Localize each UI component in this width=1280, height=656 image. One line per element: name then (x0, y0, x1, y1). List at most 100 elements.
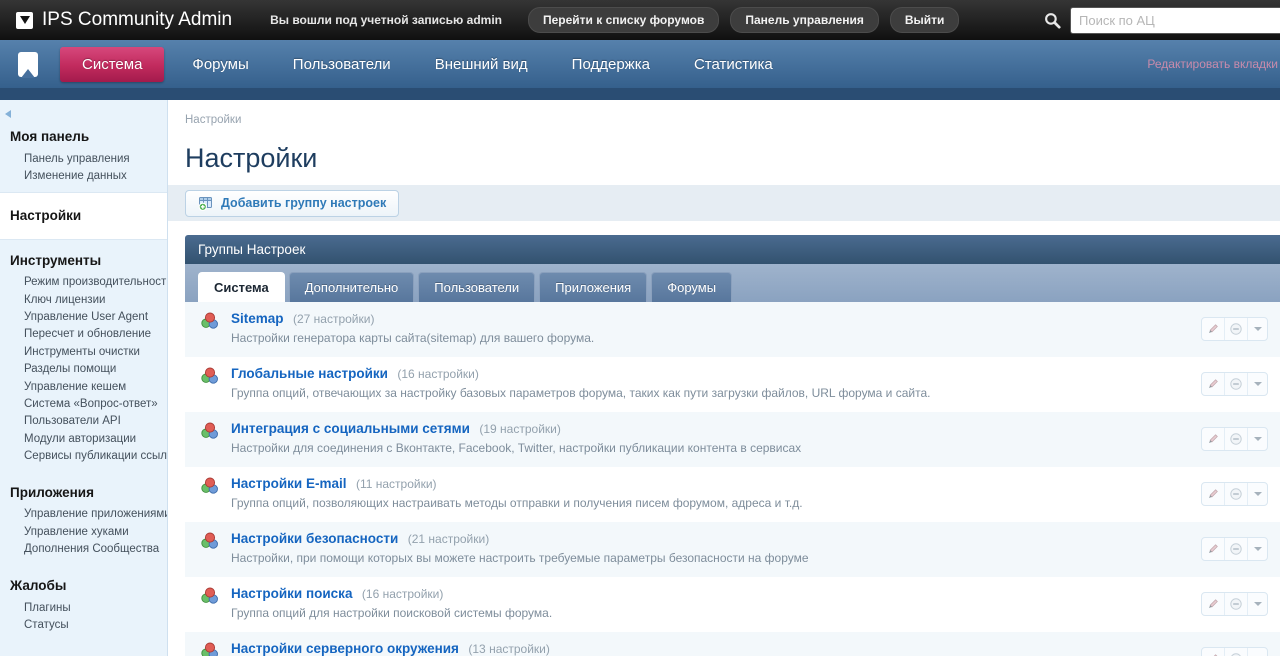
sidebar-item[interactable]: Ключ лицензии (0, 291, 167, 308)
remove-minus-icon[interactable] (1225, 648, 1248, 656)
edit-pencil-icon[interactable] (1202, 593, 1225, 615)
panel-tab[interactable]: Система (198, 272, 285, 303)
remove-minus-icon[interactable] (1225, 538, 1248, 560)
sidebar-section-title[interactable]: Инструменты (0, 248, 167, 274)
remove-minus-icon[interactable] (1225, 318, 1248, 340)
search-icon (1044, 12, 1061, 29)
sidebar-item[interactable]: Плагины (0, 599, 167, 616)
settings-group-icon (201, 367, 219, 412)
dropdown-caret-icon[interactable] (1248, 483, 1267, 505)
panel-tab[interactable]: Пользователи (418, 272, 535, 303)
settings-group-desc: Группа опций, позволяющих настраивать ме… (231, 496, 803, 510)
sidebar-item[interactable]: Управление хуками (0, 523, 167, 540)
settings-group-link[interactable]: Интеграция с социальными сетями (231, 421, 470, 436)
breadcrumb[interactable]: Настройки (168, 100, 1280, 126)
edit-pencil-icon[interactable] (1202, 373, 1225, 395)
settings-group-link[interactable]: Глобальные настройки (231, 366, 388, 381)
row-actions (1201, 427, 1268, 451)
sidebar-item[interactable]: Разделы помощи (0, 361, 167, 378)
topbar-button[interactable]: Перейти к списку форумов (528, 7, 719, 33)
groups-list: Sitemap (27 настройки) Настройки генерат… (185, 302, 1280, 656)
settings-group-count: (27 настройки) (293, 312, 374, 326)
sidebar-item[interactable]: Инструменты очистки (0, 343, 167, 360)
sidebar-section-title[interactable]: Приложения (0, 480, 167, 506)
page-title: Настройки (185, 143, 1280, 174)
edit-pencil-icon[interactable] (1202, 428, 1225, 450)
settings-group-text: Интеграция с социальными сетями (19 наст… (231, 420, 801, 467)
settings-group-link[interactable]: Настройки E-mail (231, 476, 347, 491)
add-group-button[interactable]: Добавить группу настроек (185, 190, 399, 217)
sidebar-item[interactable]: Панель управления (0, 150, 167, 167)
sidebar-item[interactable]: Изменение данных (0, 167, 167, 184)
sidebar-item[interactable]: Режим производительности (0, 274, 167, 291)
settings-group-link[interactable]: Настройки безопасности (231, 531, 398, 546)
collapse-left-icon[interactable] (5, 110, 11, 118)
dropdown-caret-icon[interactable] (1248, 373, 1267, 395)
settings-group-row: Глобальные настройки (16 настройки) Груп… (185, 357, 1280, 412)
sidebar-item[interactable]: Управление кешем (0, 378, 167, 395)
nav-tab[interactable]: Пользователи (277, 47, 407, 82)
sidebar-section-title[interactable]: Система (0, 649, 167, 656)
sidebar-item[interactable]: Статусы (0, 616, 167, 633)
edit-pencil-icon[interactable] (1202, 318, 1225, 340)
topbar-button[interactable]: Панель управления (730, 7, 878, 33)
edit-pencil-icon[interactable] (1202, 648, 1225, 656)
nav-tab[interactable]: Поддержка (556, 47, 666, 82)
panel-tab[interactable]: Приложения (539, 272, 647, 303)
sidebar-item[interactable]: Система «Вопрос-ответ» (0, 395, 167, 412)
settings-group-text: Sitemap (27 настройки) Настройки генерат… (231, 310, 594, 357)
settings-group-count: (19 настройки) (479, 422, 560, 436)
dropdown-caret-icon[interactable] (1248, 428, 1267, 450)
panel-tab[interactable]: Дополнительно (289, 272, 415, 303)
dropdown-caret-icon[interactable] (1248, 648, 1267, 656)
remove-minus-icon[interactable] (1225, 428, 1248, 450)
edit-tabs-link[interactable]: Редактировать вкладки (1147, 57, 1278, 71)
sidebar-item[interactable]: Пересчет и обновление (0, 326, 167, 343)
sidebar-item[interactable]: Управление User Agent (0, 309, 167, 326)
settings-groups-panel: Группы Настроек СистемаДополнительноПоль… (185, 235, 1280, 656)
remove-minus-icon[interactable] (1225, 373, 1248, 395)
settings-group-link[interactable]: Настройки серверного окружения (231, 641, 459, 656)
dropdown-caret-icon[interactable] (1248, 318, 1267, 340)
main-navbar: Система Форумы Пользователи Внешний вид Подд… (0, 40, 1280, 100)
settings-group-desc: Группа опций для настройки поисковой сис… (231, 606, 552, 620)
nav-tab[interactable]: Статистика (678, 47, 789, 82)
sidebar-section: Настройки (0, 192, 167, 240)
sidebar: Моя панельПанель управленияИзменение дан… (0, 100, 168, 656)
edit-pencil-icon[interactable] (1202, 483, 1225, 505)
toolbar: Добавить группу настроек (168, 185, 1280, 221)
sidebar-section: ПриложенияУправление приложениямиУправле… (0, 472, 167, 565)
sidebar-item[interactable]: Сервисы публикации ссылок (0, 448, 167, 465)
search-input[interactable] (1070, 7, 1280, 34)
topbar: IPS Community Admin Вы вошли под учетной… (0, 0, 1280, 40)
edit-pencil-icon[interactable] (1202, 538, 1225, 560)
sidebar-sections: Моя панельПанель управленияИзменение дан… (0, 116, 167, 656)
sidebar-collapse[interactable] (0, 100, 167, 116)
sidebar-item[interactable]: Модули авторизации (0, 430, 167, 447)
sidebar-section-title[interactable]: Настройки (0, 203, 167, 229)
panel-tabs: СистемаДополнительноПользователиПриложен… (185, 264, 1280, 302)
dropdown-caret-icon[interactable] (1248, 538, 1267, 560)
settings-group-desc: Настройки для соединения с Вконтакте, Fa… (231, 441, 801, 455)
remove-minus-icon[interactable] (1225, 593, 1248, 615)
sidebar-section-title[interactable]: Жалобы (0, 573, 167, 599)
sidebar-item[interactable]: Управление приложениями (0, 506, 167, 523)
settings-group-link[interactable]: Настройки поиска (231, 586, 352, 601)
nav-tab[interactable]: Система (60, 47, 164, 82)
settings-group-text: Настройки безопасности (21 настройки) На… (231, 530, 809, 577)
sidebar-item[interactable]: Дополнения Сообщества (0, 541, 167, 558)
ips-logo-icon (16, 12, 33, 29)
nav-tab[interactable]: Внешний вид (419, 47, 544, 82)
dropdown-caret-icon[interactable] (1248, 593, 1267, 615)
panel-tab[interactable]: Форумы (651, 272, 732, 303)
sidebar-section-title[interactable]: Моя панель (0, 124, 167, 150)
sidebar-item[interactable]: Пользователи API (0, 413, 167, 430)
dashboard-bookmark-icon[interactable] (18, 52, 38, 77)
settings-group-icon (201, 532, 219, 577)
settings-group-text: Настройки поиска (16 настройки) Группа о… (231, 585, 552, 632)
nav-tab[interactable]: Форумы (176, 47, 264, 82)
settings-group-count: (11 настройки) (356, 477, 437, 491)
settings-group-link[interactable]: Sitemap (231, 311, 284, 326)
topbar-button[interactable]: Выйти (890, 7, 960, 33)
remove-minus-icon[interactable] (1225, 483, 1248, 505)
